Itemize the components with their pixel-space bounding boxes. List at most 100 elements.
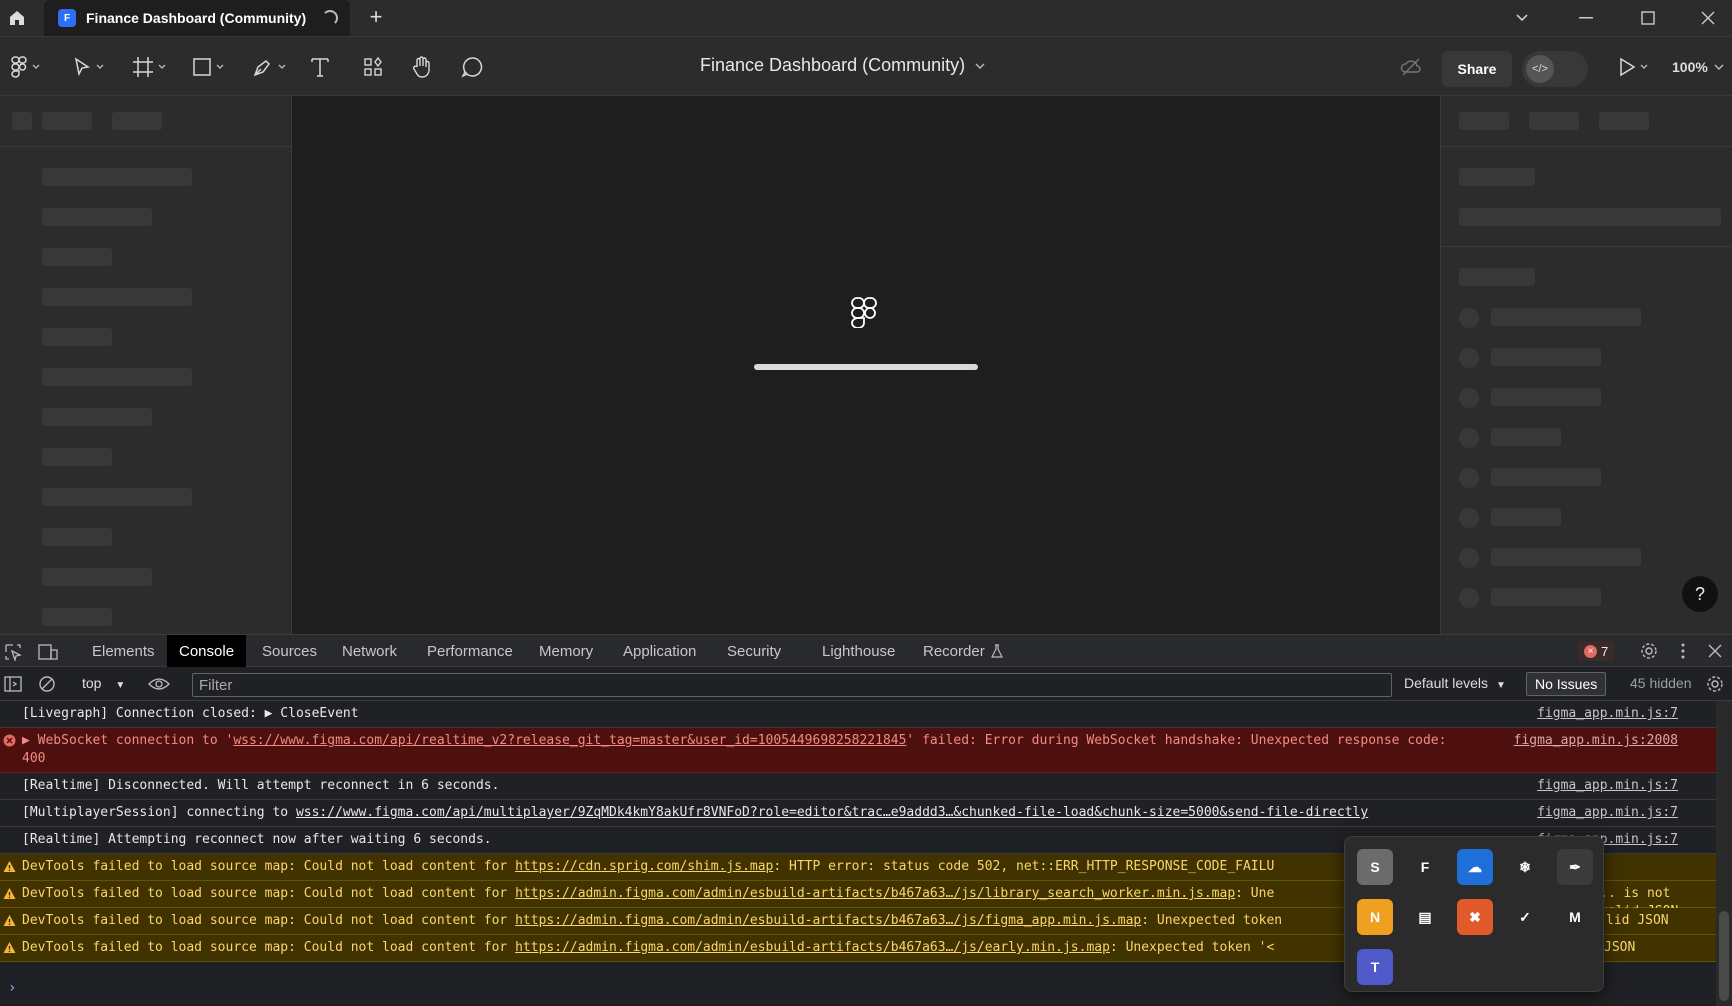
skeleton-row — [42, 568, 152, 586]
teams-icon[interactable]: T — [1357, 949, 1393, 985]
skeleton-dot — [1459, 348, 1479, 368]
loading-progress-bar — [754, 364, 978, 370]
present-button[interactable] — [1618, 51, 1648, 83]
devtools-tab-recorder[interactable]: Recorder — [911, 635, 1015, 667]
zoom-level[interactable]: 100% — [1672, 59, 1708, 75]
close-event-object[interactable]: ▶ CloseEvent — [265, 706, 359, 721]
log-message[interactable]: ▶ WebSocket connection to ' — [22, 733, 233, 748]
more-options-icon[interactable] — [1680, 643, 1686, 659]
figma-favicon-icon: F — [58, 9, 76, 27]
move-tool-button[interactable] — [72, 51, 104, 83]
skeleton-row — [1491, 388, 1601, 406]
skeleton-block — [12, 112, 32, 130]
divider — [1441, 146, 1732, 147]
sourcemap-url-link[interactable]: https://admin.figma.com/admin/esbuild-ar… — [515, 940, 1110, 955]
sidebar-toggle-icon[interactable] — [4, 675, 22, 693]
snowflake-icon[interactable]: ❄ — [1507, 849, 1543, 885]
norton-icon[interactable]: N — [1357, 899, 1393, 935]
antivirus-icon[interactable]: ✖ — [1457, 899, 1493, 935]
comment-icon — [461, 57, 483, 78]
log-message: DevTools failed to load source map: Coul… — [22, 886, 516, 901]
figma-main-menu-button[interactable] — [10, 51, 40, 83]
sourcemap-url-link[interactable]: https://admin.figma.com/admin/esbuild-ar… — [515, 886, 1235, 901]
skeleton-block — [1459, 112, 1509, 130]
monitor-icon[interactable]: ✓ — [1507, 899, 1543, 935]
skeleton-row — [1459, 268, 1535, 286]
play-icon — [1620, 57, 1636, 77]
log-message-tail: lid JSON — [1606, 913, 1669, 928]
shape-tool-button[interactable] — [192, 51, 224, 83]
devtools-tab-console[interactable]: Console — [167, 635, 247, 667]
device-toolbar-icon[interactable] — [38, 643, 58, 661]
log-levels-dropdown[interactable]: Default levels ▼ — [1404, 675, 1506, 691]
multiplayer-url-link[interactable]: wss://www.figma.com/api/multiplayer/9ZqM… — [296, 805, 1368, 820]
devtools-tab-performance[interactable]: Performance — [415, 635, 525, 667]
devtools-tab-network[interactable]: Network — [330, 635, 409, 667]
issues-button[interactable]: No Issues — [1526, 672, 1607, 696]
devtools-tab-security[interactable]: Security — [715, 635, 793, 667]
close-window-icon[interactable] — [1680, 0, 1732, 36]
log-source-link[interactable]: figma_app.min.js:2008 — [1514, 732, 1678, 750]
properties-panel-skeleton — [1440, 96, 1732, 634]
console-settings-gear-icon[interactable] — [1706, 675, 1724, 693]
warning-icon — [3, 942, 16, 953]
devtools-tab-lighthouse[interactable]: Lighthouse — [810, 635, 907, 667]
devtools-tab-memory[interactable]: Memory — [527, 635, 605, 667]
devtools-tab-application[interactable]: Application — [611, 635, 708, 667]
tab-search-chevron-icon[interactable] — [1494, 0, 1550, 36]
new-tab-button[interactable]: + — [362, 2, 390, 32]
help-button[interactable]: ? — [1682, 576, 1718, 612]
frame-tool-button[interactable] — [132, 51, 166, 83]
console-filter-input[interactable] — [192, 673, 1392, 697]
offline-cloud-icon[interactable] — [1400, 51, 1422, 83]
browser-tab-active[interactable]: F Finance Dashboard (Community) — [44, 0, 350, 36]
sourcemap-url-link[interactable]: https://cdn.sprig.com/shim.js.map — [515, 859, 773, 874]
home-icon[interactable] — [0, 0, 34, 36]
resources-tool-button[interactable] — [362, 51, 384, 83]
console-scrollbar-thumb[interactable] — [1719, 911, 1729, 1001]
skeleton-block — [42, 112, 92, 130]
close-devtools-icon[interactable] — [1708, 644, 1722, 658]
sourcemap-url-link[interactable]: https://admin.figma.com/admin/esbuild-ar… — [515, 913, 1141, 928]
loading-spinner-icon — [322, 10, 338, 26]
dev-mode-toggle[interactable]: </> — [1522, 51, 1588, 87]
skeleton-dot — [1459, 508, 1479, 528]
display-icon[interactable]: ▤ — [1407, 899, 1443, 935]
skeleton-block — [112, 112, 162, 130]
inspect-element-icon[interactable] — [4, 643, 22, 661]
console-prompt-icon[interactable]: › — [8, 980, 16, 996]
minimize-icon[interactable] — [1558, 0, 1614, 36]
log-message-tail: JSON — [1604, 940, 1636, 955]
skype-icon[interactable]: S — [1357, 849, 1393, 885]
feather-icon[interactable]: ✒ — [1557, 849, 1593, 885]
onedrive-icon[interactable]: ☁ — [1457, 849, 1493, 885]
error-count-badge[interactable]: × 7 — [1578, 641, 1615, 661]
share-button[interactable]: Share — [1442, 51, 1512, 87]
meta-icon[interactable]: M — [1557, 899, 1593, 935]
figma-tray-icon[interactable]: F — [1407, 849, 1443, 885]
clear-console-icon[interactable] — [38, 675, 56, 693]
text-tool-button[interactable] — [310, 51, 330, 83]
log-source-link[interactable]: figma_app.min.js:7 — [1537, 804, 1678, 822]
devtools-tab-elements[interactable]: Elements — [80, 635, 167, 667]
skeleton-row — [1491, 308, 1641, 326]
settings-gear-icon[interactable] — [1640, 642, 1658, 660]
devtools-tab-sources[interactable]: Sources — [250, 635, 329, 667]
pen-tool-button[interactable] — [252, 51, 286, 83]
chevron-down-icon[interactable] — [1714, 63, 1724, 71]
context-select[interactable]: top ▼ — [82, 675, 125, 691]
maximize-icon[interactable] — [1620, 0, 1676, 36]
console-error-entry: ▶ WebSocket connection to 'wss://www.fig… — [0, 728, 1716, 773]
document-title-menu[interactable]: Finance Dashboard (Community) — [700, 55, 985, 76]
chevron-down-icon — [96, 64, 104, 69]
console-scrollbar[interactable] — [1716, 701, 1732, 1006]
hand-tool-button[interactable] — [410, 51, 434, 83]
skeleton-row — [42, 208, 152, 226]
log-source-link[interactable]: figma_app.min.js:7 — [1537, 705, 1678, 723]
websocket-url-link[interactable]: wss://www.figma.com/api/realtime_v2?rele… — [233, 733, 906, 748]
comment-tool-button[interactable] — [460, 51, 484, 83]
live-expression-eye-icon[interactable] — [148, 677, 170, 691]
divider — [0, 146, 291, 147]
log-message: [MultiplayerSession] connecting to — [22, 805, 296, 820]
log-source-link[interactable]: figma_app.min.js:7 — [1537, 777, 1678, 795]
